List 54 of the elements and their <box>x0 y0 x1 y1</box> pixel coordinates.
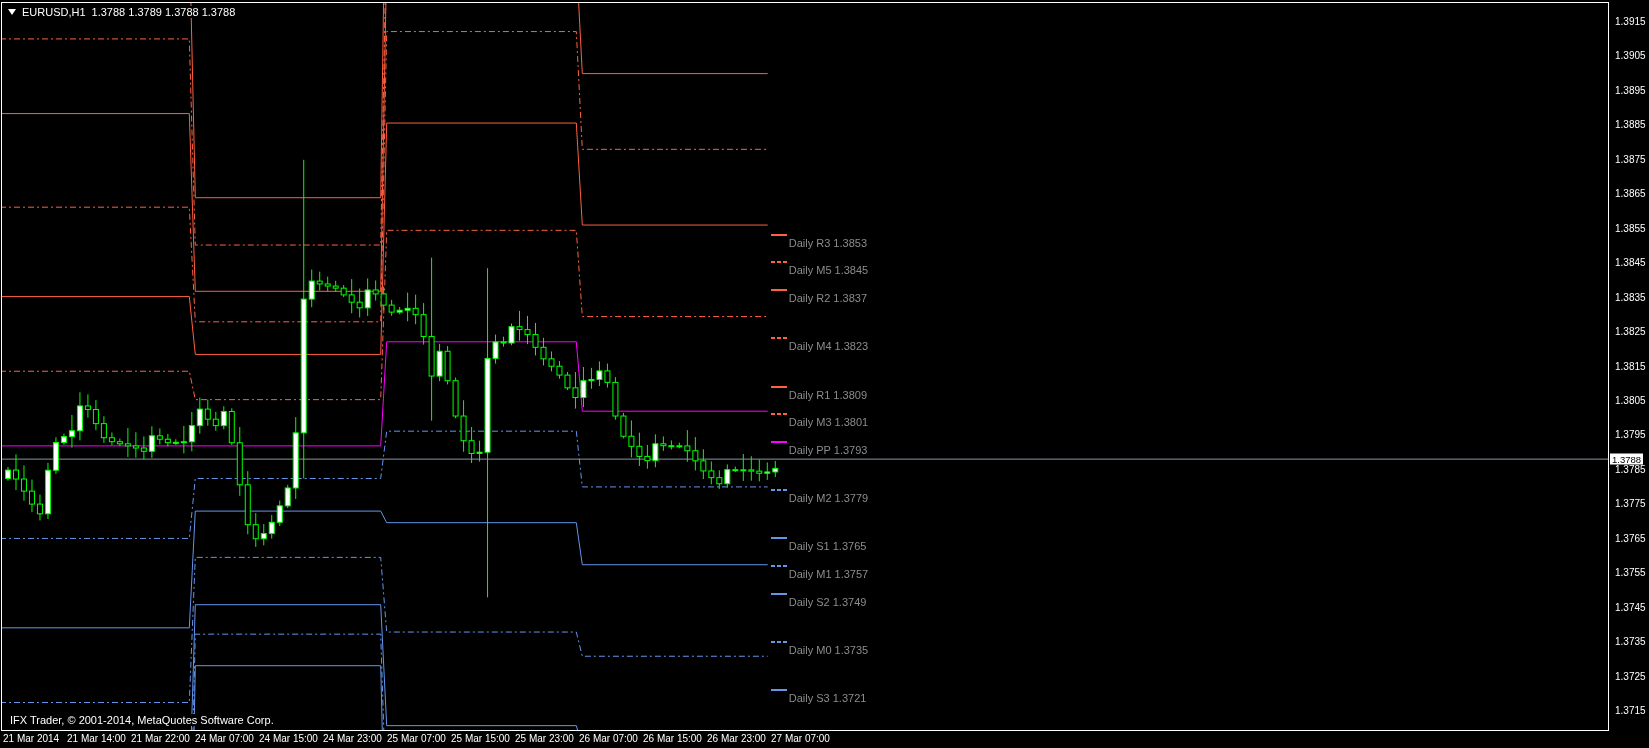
price-tick-label: 1.3915 <box>1615 15 1646 27</box>
level-label: Daily S2 1.3749 <box>788 595 867 608</box>
level-label: Daily M0 1.3735 <box>788 643 869 656</box>
time-tick-label: 21 Mar 2014 <box>3 733 60 744</box>
price-tick-label: 1.3895 <box>1615 84 1646 96</box>
time-tick-label: 24 Mar 15:00 <box>259 733 318 744</box>
price-tick-label: 1.3715 <box>1615 704 1646 716</box>
level-label: Daily M5 1.3845 <box>788 264 869 277</box>
price-tick-label: 1.3835 <box>1615 291 1646 303</box>
copyright-text: IFX Trader, © 2001-2014, MetaQuotes Software Corp. <box>8 714 276 726</box>
level-label: Daily M3 1.3801 <box>788 416 869 429</box>
price-quote: 1.3788 1.3789 1.3788 1.3788 <box>91 6 236 18</box>
time-tick-label: 25 Mar 15:00 <box>451 733 510 744</box>
time-tick-label: 24 Mar 07:00 <box>195 733 254 744</box>
price-tick-label: 1.3735 <box>1615 635 1646 647</box>
price-tick-label: 1.3795 <box>1615 428 1646 440</box>
candle <box>13 453 19 491</box>
level-label: Daily M2 1.3779 <box>788 492 869 505</box>
time-tick-label: 21 Mar 22:00 <box>131 733 190 744</box>
time-tick-label: 26 Mar 15:00 <box>643 733 702 744</box>
level-label: Daily R2 1.3837 <box>788 292 867 305</box>
level-label: Daily M1 1.3757 <box>788 568 869 581</box>
price-tick-label: 1.3745 <box>1615 601 1646 613</box>
dropdown-triangle-icon[interactable] <box>8 9 16 15</box>
time-tick-label: 26 Mar 07:00 <box>579 733 638 744</box>
time-tick-label: 25 Mar 07:00 <box>387 733 446 744</box>
time-tick-label: 25 Mar 23:00 <box>515 733 574 744</box>
price-tick-label: 1.3905 <box>1615 49 1646 61</box>
level-label: Daily R1 1.3809 <box>788 388 867 401</box>
current-price-tag: 1.3788 <box>1610 453 1644 465</box>
level-label: Daily S3 1.3721 <box>788 692 867 705</box>
price-tick-label: 1.3875 <box>1615 153 1646 165</box>
time-tick-label: 26 Mar 23:00 <box>707 733 766 744</box>
price-tick-label: 1.3765 <box>1615 532 1646 544</box>
level-label: Daily M4 1.3823 <box>788 340 869 353</box>
level-label: Daily S1 1.3765 <box>788 540 867 553</box>
level-label: Daily R3 1.3853 <box>788 236 867 249</box>
level-label: Daily PP 1.3793 <box>788 443 868 456</box>
time-tick-label: 21 Mar 14:00 <box>67 733 126 744</box>
price-tick-label: 1.3775 <box>1615 497 1646 509</box>
price-tick-label: 1.3805 <box>1615 394 1646 406</box>
price-tick-label: 1.3845 <box>1615 256 1646 268</box>
price-tick-label: 1.3725 <box>1615 670 1646 682</box>
price-tick-label: 1.3815 <box>1615 360 1646 371</box>
price-tick-label: 1.3855 <box>1615 222 1646 234</box>
time-tick-label: 24 Mar 23:00 <box>323 733 382 744</box>
time-tick-label: 27 Mar 07:00 <box>771 733 830 744</box>
price-tick-label: 1.3825 <box>1615 325 1646 337</box>
candle <box>5 466 11 482</box>
price-tick-label: 1.3865 <box>1615 187 1646 199</box>
chart-symbol: EURUSD,H1 <box>22 6 86 18</box>
price-tick-label: 1.3785 <box>1615 463 1646 475</box>
price-tick-label: 1.3885 <box>1615 118 1646 130</box>
price-tick-label: 1.3755 <box>1615 566 1646 578</box>
